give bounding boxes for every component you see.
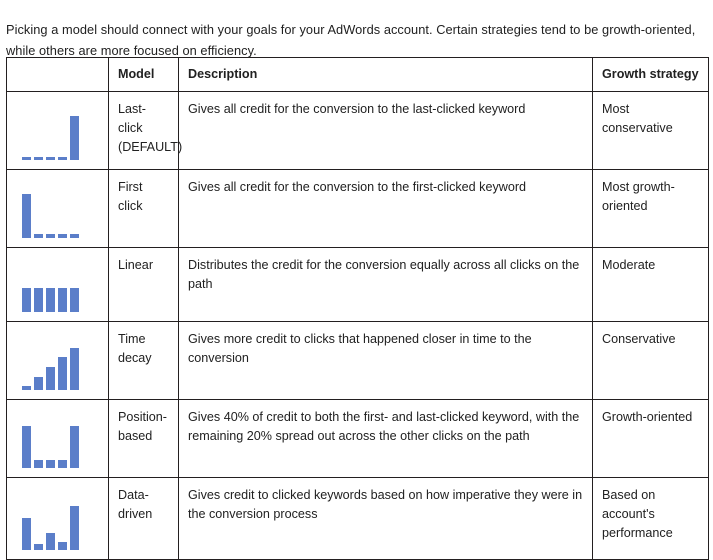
- chart-bar: [46, 533, 55, 550]
- model-description-cell: Gives all credit for the conversion to t…: [178, 169, 593, 248]
- model-description-cell: Distributes the credit for the conversio…: [178, 247, 593, 322]
- chart-bar: [22, 194, 31, 238]
- chart-bar: [70, 426, 79, 468]
- attribution-models-table: Model Description Growth strategy Last-c…: [6, 57, 709, 560]
- model-name-cell: Time decay: [108, 321, 179, 400]
- chart-bar: [34, 157, 43, 160]
- table-header-row: Model Description Growth strategy: [6, 57, 709, 92]
- chart-bar: [34, 377, 43, 390]
- model-name-cell: Last-click (DEFAULT): [108, 91, 182, 170]
- table-body: Last-click (DEFAULT) Gives all credit for…: [6, 91, 709, 560]
- table-row: Data-driven Gives credit to clicked keywo…: [6, 477, 709, 560]
- last-click-distribution-chart-icon: [22, 116, 84, 160]
- chart-bar: [22, 288, 31, 312]
- first-click-distribution-chart-icon: [22, 194, 84, 238]
- chart-bar: [58, 234, 67, 238]
- chart-bar: [46, 234, 55, 238]
- chart-bar: [70, 348, 79, 390]
- growth-strategy-cell: Growth-oriented: [592, 399, 709, 478]
- chart-bar: [46, 460, 55, 468]
- model-name-cell: First click: [108, 169, 179, 248]
- attribution-models-page: Picking a model should connect with your…: [0, 0, 713, 560]
- chart-bar: [58, 357, 67, 390]
- chart-bar: [70, 288, 79, 312]
- column-header-description: Description: [178, 57, 593, 92]
- growth-strategy-cell: Conservative: [592, 321, 709, 400]
- model-name-cell: Linear: [108, 247, 179, 322]
- model-name-cell: Position-based: [108, 399, 179, 478]
- model-chart-cell: [6, 169, 109, 248]
- table-row: Time decay Gives more credit to clicks th…: [6, 321, 709, 400]
- chart-bar: [70, 234, 79, 238]
- chart-bar: [34, 288, 43, 312]
- chart-bar: [22, 386, 31, 390]
- position-based-distribution-chart-icon: [22, 424, 84, 468]
- table-row: Position-based Gives 40% of credit to bot…: [6, 399, 709, 478]
- chart-bar: [70, 506, 79, 550]
- chart-bar: [70, 116, 79, 160]
- table-row: Last-click (DEFAULT) Gives all credit for…: [6, 91, 709, 170]
- chart-bar: [34, 544, 43, 550]
- model-description-cell: Gives all credit for the conversion to t…: [178, 91, 593, 170]
- chart-bar: [34, 460, 43, 468]
- chart-bar: [46, 288, 55, 312]
- growth-strategy-cell: Moderate: [592, 247, 709, 322]
- growth-strategy-cell: Based on account's performance: [592, 477, 709, 560]
- model-description-cell: Gives more credit to clicks that happene…: [178, 321, 593, 400]
- column-header-icon: [6, 57, 109, 92]
- column-header-model: Model: [108, 57, 179, 92]
- model-chart-cell: [6, 91, 109, 170]
- chart-bar: [22, 157, 31, 160]
- chart-bar: [34, 234, 43, 238]
- table-row: Linear Distributes the credit for the con…: [6, 247, 709, 322]
- model-description-cell: Gives 40% of credit to both the first- a…: [178, 399, 593, 478]
- chart-bar: [46, 157, 55, 160]
- growth-strategy-cell: Most growth-oriented: [592, 169, 709, 248]
- chart-bar: [46, 367, 55, 390]
- chart-bar: [58, 460, 67, 468]
- linear-distribution-chart-icon: [22, 268, 84, 312]
- time-decay-distribution-chart-icon: [22, 346, 84, 390]
- chart-bar: [58, 542, 67, 550]
- model-description-cell: Gives credit to clicked keywords based o…: [178, 477, 593, 560]
- column-header-growth-strategy: Growth strategy: [592, 57, 709, 92]
- chart-bar: [22, 426, 31, 468]
- model-name-cell: Data-driven: [108, 477, 179, 560]
- model-chart-cell: [6, 477, 109, 560]
- data-driven-distribution-chart-icon: [22, 506, 84, 550]
- chart-bar: [58, 157, 67, 160]
- growth-strategy-cell: Most conservative: [592, 91, 709, 170]
- table-row: First click Gives all credit for the conv…: [6, 169, 709, 248]
- model-chart-cell: [6, 247, 109, 322]
- intro-paragraph: Picking a model should connect with your…: [6, 21, 696, 58]
- chart-bar: [58, 288, 67, 312]
- model-chart-cell: [6, 321, 109, 400]
- model-chart-cell: [6, 399, 109, 478]
- chart-bar: [22, 518, 31, 550]
